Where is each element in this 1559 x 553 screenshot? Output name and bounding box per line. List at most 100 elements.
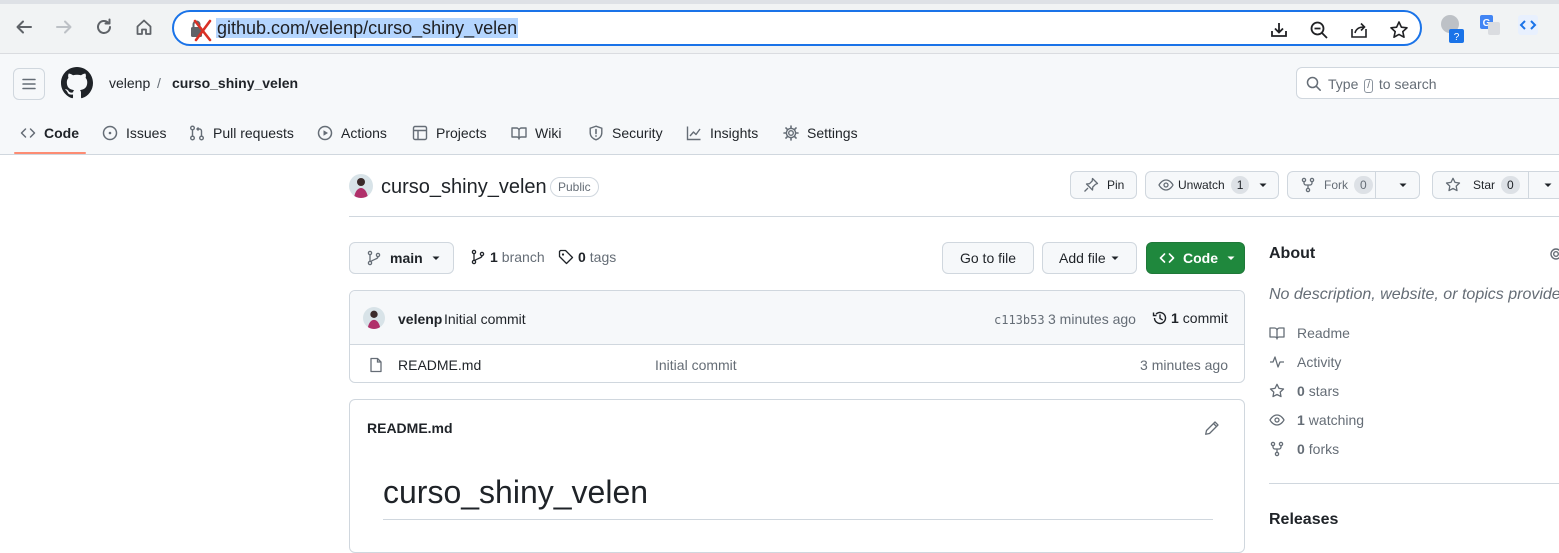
download-icon[interactable] — [1268, 19, 1290, 41]
branch-name: main — [390, 250, 423, 266]
code-extension-icon[interactable] — [1517, 14, 1539, 36]
fork-counter: 0 — [1354, 176, 1373, 194]
svg-text:?: ? — [1454, 32, 1460, 43]
add-file-button[interactable]: Add file — [1042, 242, 1137, 274]
fork-button-label: Fork — [1324, 178, 1348, 192]
readme-heading-divider — [383, 519, 1213, 520]
pin-button[interactable]: Pin — [1070, 171, 1137, 199]
branch-icon — [471, 249, 485, 265]
commit-history-link[interactable]: 1 commit — [1152, 310, 1228, 326]
visibility-badge: Public — [550, 177, 599, 197]
tab-issues[interactable]: Issues — [102, 122, 166, 144]
commit-message[interactable]: Initial commit — [444, 311, 526, 327]
sidebar-item-stars[interactable]: 0 stars — [1269, 381, 1339, 401]
readme-filename[interactable]: README.md — [367, 420, 453, 436]
file-commit-message[interactable]: Initial commit — [655, 357, 737, 373]
back-arrow-icon — [16, 20, 32, 34]
file-name-link[interactable]: README.md — [398, 357, 481, 373]
about-description: No description, website, or topics provi… — [1269, 286, 1559, 303]
tab-projects[interactable]: Projects — [412, 122, 487, 144]
branches-link[interactable]: 1 branch — [470, 249, 545, 265]
code-button-label: Code — [1183, 250, 1218, 266]
chevron-down-icon — [1227, 256, 1235, 260]
breadcrumb-owner-link[interactable]: velenp — [109, 75, 150, 91]
zoom-out-icon[interactable] — [1308, 19, 1330, 41]
unwatch-button-label: Unwatch — [1178, 178, 1225, 192]
go-to-file-button[interactable]: Go to file — [942, 242, 1034, 274]
forward-button[interactable] — [51, 14, 77, 40]
chevron-down-icon — [432, 256, 440, 260]
unwatch-button[interactable]: Unwatch 1 — [1145, 171, 1279, 199]
history-icon — [1152, 311, 1167, 325]
tag-count: 0 — [578, 249, 586, 265]
about-title: About — [1269, 245, 1316, 262]
profile-extension-icon[interactable]: ? — [1440, 14, 1464, 43]
releases-heading[interactable]: Releases — [1269, 511, 1338, 529]
chevron-down-icon — [1259, 183, 1267, 187]
tab-insights[interactable]: Insights — [686, 122, 758, 144]
tab-pull-requests[interactable]: Pull requests — [189, 122, 294, 144]
browser-toolbar: github.com/velenp/curso_shiny_velen ? G — [0, 0, 1559, 54]
sidebar-item-watching[interactable]: 1 watching — [1269, 410, 1364, 430]
search-placeholder-suffix: to search — [1378, 76, 1437, 92]
sidebar-item-count: 1 — [1297, 412, 1305, 428]
pin-icon — [1084, 177, 1099, 192]
tab-security-label: Security — [612, 125, 663, 141]
repo-title[interactable]: curso_shiny_velen — [381, 176, 547, 199]
pull-request-icon — [190, 125, 204, 141]
breadcrumb-repo-link[interactable]: curso_shiny_velen — [172, 75, 298, 91]
sidebar-item-label: forks — [1308, 441, 1340, 457]
branch-icon — [367, 250, 381, 266]
star-button[interactable]: Star 0 — [1432, 171, 1559, 199]
about-settings-gear-icon[interactable] — [1548, 246, 1559, 262]
chevron-down-icon — [1544, 183, 1552, 187]
reload-button[interactable] — [91, 14, 117, 40]
sidebar-item-label: stars — [1308, 383, 1340, 399]
shield-icon — [589, 125, 603, 141]
eye-icon — [1269, 414, 1285, 426]
tab-security[interactable]: Security — [588, 122, 663, 144]
search-input[interactable]: Type / to search — [1296, 67, 1559, 99]
github-logo-icon[interactable] — [61, 67, 93, 99]
pencil-icon[interactable] — [1204, 420, 1220, 436]
commit-author[interactable]: velenp — [398, 311, 442, 327]
home-button[interactable] — [131, 14, 157, 40]
file-browser: velenp Initial commit c113b53 3 minutes … — [349, 290, 1245, 383]
branch-selector[interactable]: main — [349, 242, 454, 274]
tab-actions[interactable]: Actions — [317, 122, 387, 144]
tab-code[interactable]: Code — [20, 122, 79, 144]
table-icon — [412, 125, 428, 141]
readme-heading: curso_shiny_velen — [383, 474, 649, 510]
code-dropdown-button[interactable]: Code — [1146, 242, 1245, 274]
sidebar-item-activity[interactable]: Activity — [1269, 352, 1341, 372]
play-icon — [317, 125, 333, 141]
commit-author-avatar[interactable] — [363, 307, 385, 329]
bookmark-star-icon[interactable] — [1388, 19, 1410, 41]
tab-settings-label: Settings — [807, 125, 858, 141]
tag-count-label: tags — [589, 249, 617, 265]
share-icon[interactable] — [1348, 19, 1370, 41]
url-text[interactable]: github.com/velenp/curso_shiny_velen — [216, 18, 519, 38]
sidebar-item-forks[interactable]: 0 forks — [1269, 439, 1339, 459]
sidebar-item-readme[interactable]: Readme — [1269, 323, 1350, 343]
breadcrumb-separator: / — [157, 75, 161, 91]
table-row[interactable]: README.md Initial commit 3 minutes ago — [350, 346, 1244, 382]
fork-icon — [1270, 441, 1284, 457]
commit-sha[interactable]: c113b53 — [994, 313, 1045, 327]
tab-settings[interactable]: Settings — [783, 122, 858, 144]
not-secure-lock-icon[interactable] — [188, 18, 214, 42]
hamburger-menu-button[interactable] — [13, 68, 45, 100]
tags-link[interactable]: 0 tags — [558, 249, 616, 265]
address-bar[interactable]: github.com/velenp/curso_shiny_velen — [172, 10, 1422, 46]
github-header: velenp / curso_shiny_velen Type / to sea… — [0, 54, 1559, 155]
home-icon — [136, 19, 152, 35]
owner-avatar[interactable] — [349, 174, 373, 198]
tab-actions-label: Actions — [341, 125, 387, 141]
branch-count-label: branch — [501, 249, 545, 265]
file-icon — [368, 357, 384, 373]
tab-wiki[interactable]: Wiki — [511, 122, 561, 144]
back-button[interactable] — [11, 14, 37, 40]
translate-extension-icon[interactable]: G — [1479, 14, 1501, 36]
fork-button[interactable]: Fork 0 — [1287, 171, 1420, 199]
tab-insights-label: Insights — [710, 125, 759, 141]
